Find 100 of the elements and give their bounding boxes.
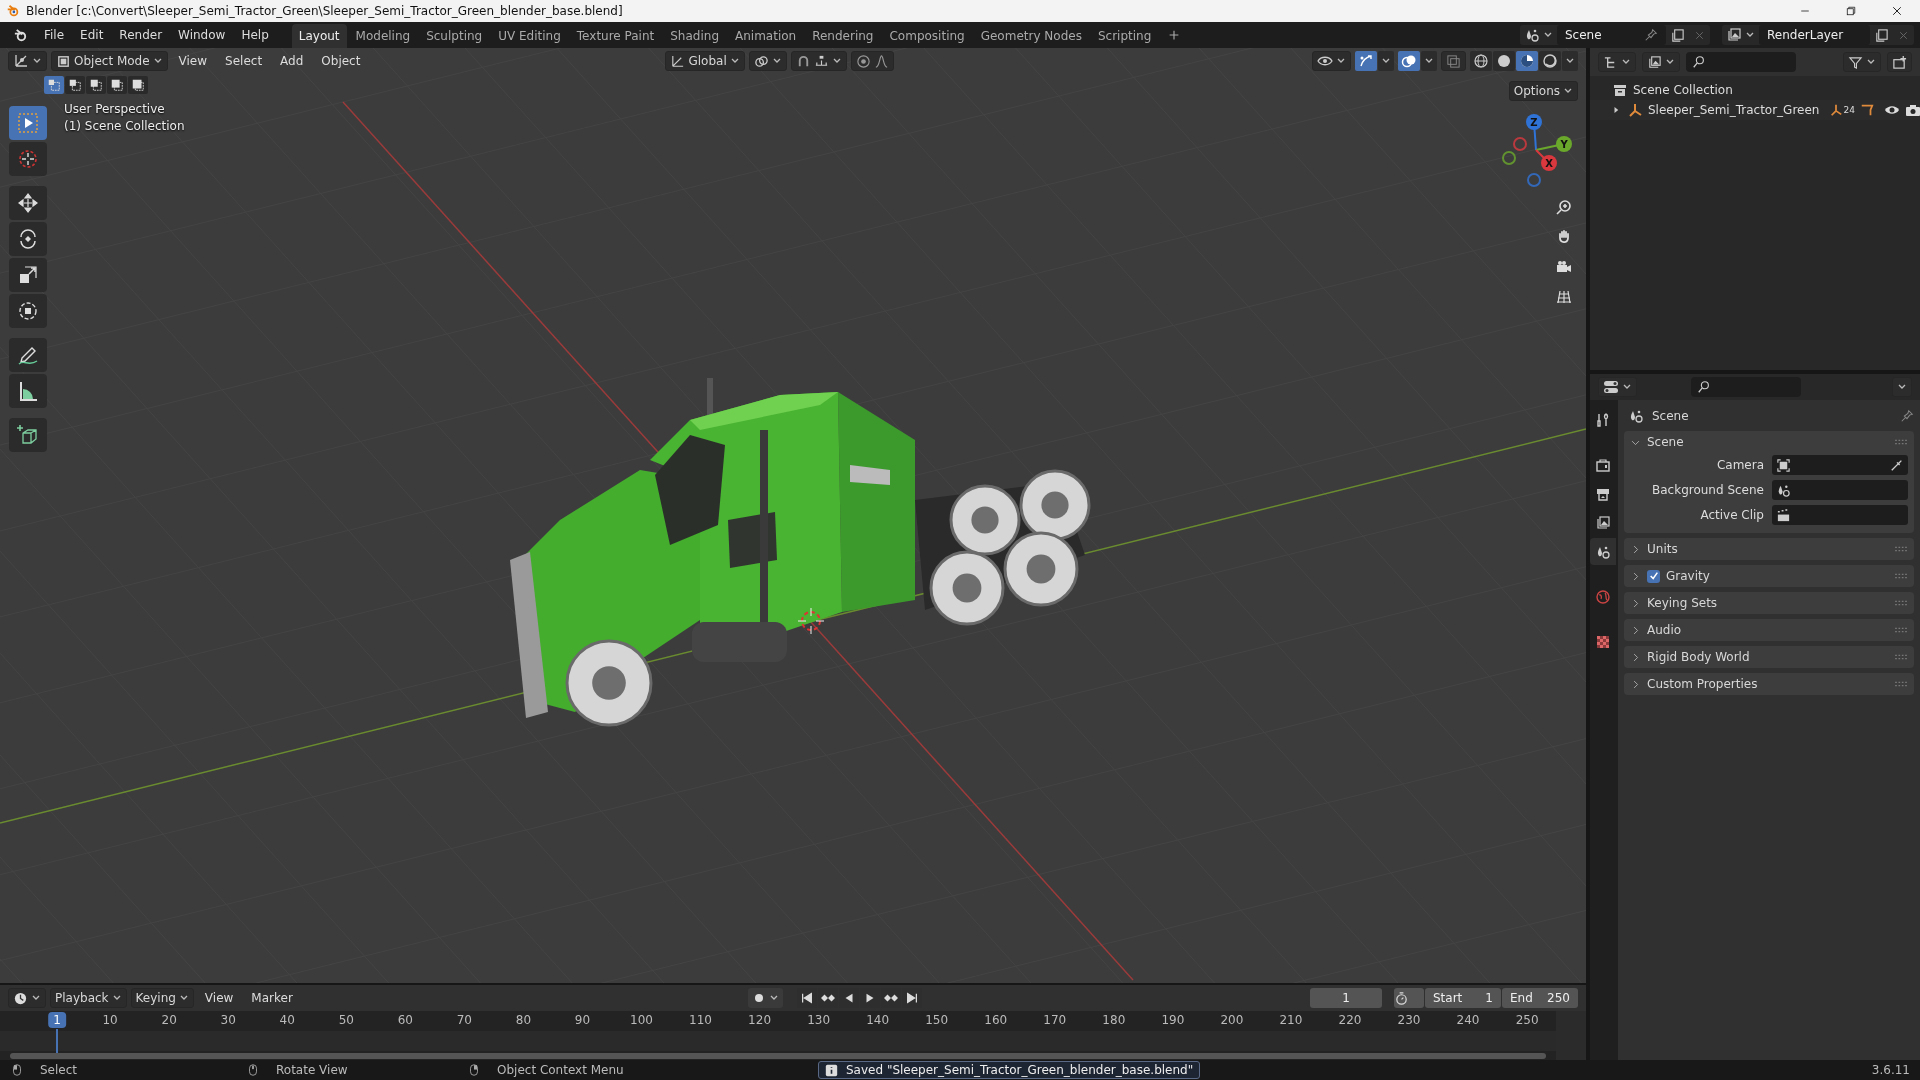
editor-type-button[interactable] bbox=[8, 988, 46, 1008]
mode-dropdown[interactable]: Object Mode bbox=[51, 51, 168, 71]
menu-dropdown[interactable]: Playback bbox=[50, 988, 127, 1008]
tool-button[interactable] bbox=[9, 258, 47, 292]
workspace-tab[interactable]: Animation bbox=[728, 24, 804, 48]
snap-toggle[interactable] bbox=[790, 51, 847, 71]
pivot-dropdown[interactable] bbox=[748, 51, 787, 71]
checkbox[interactable] bbox=[1647, 569, 1660, 583]
selection-mode-icon bbox=[89, 78, 103, 92]
panel-header[interactable]: Units bbox=[1624, 538, 1914, 560]
context-title: Scene bbox=[1652, 409, 1689, 423]
menu-item[interactable]: File bbox=[37, 25, 72, 45]
editor-type-button[interactable] bbox=[1598, 377, 1637, 397]
workspace-tab[interactable]: Compositing bbox=[882, 24, 972, 48]
filter-dropdown[interactable] bbox=[1843, 52, 1881, 72]
outliner-item[interactable]: Sleeper_Semi_Tractor_Green bbox=[1648, 103, 1820, 117]
panel-header[interactable]: Audio bbox=[1624, 619, 1914, 641]
workspace-tab[interactable]: Shading bbox=[663, 24, 726, 48]
gizmo-dropdown[interactable] bbox=[1378, 51, 1394, 71]
menu-item[interactable]: Object bbox=[314, 51, 368, 71]
eyedropper-icon[interactable] bbox=[1890, 458, 1904, 472]
panel-header[interactable]: Gravity bbox=[1624, 565, 1914, 587]
shading-mode-button[interactable] bbox=[1493, 51, 1515, 71]
pin-icon[interactable] bbox=[1900, 409, 1914, 423]
axes-icon bbox=[13, 53, 29, 69]
current-frame-field[interactable]: 1 bbox=[1310, 988, 1382, 1008]
selection-mode-button[interactable] bbox=[107, 76, 127, 94]
selection-mode-button[interactable] bbox=[65, 76, 85, 94]
panel-header[interactable]: Custom Properties bbox=[1624, 673, 1914, 695]
workspace-tab[interactable]: UV Editing bbox=[491, 24, 568, 48]
overlays-toggle[interactable] bbox=[1398, 51, 1420, 71]
window-title: Blender [c:\Convert\Sleeper_Semi_Tractor_Green\Sleeper_Semi_Tractor_Green_blender_base.blend] bbox=[26, 4, 624, 18]
shading-mode-button[interactable] bbox=[1516, 51, 1538, 71]
end-frame-field[interactable]: End 250 bbox=[1502, 988, 1578, 1008]
menu-item[interactable]: Select bbox=[218, 51, 270, 71]
display-mode-dropdown[interactable] bbox=[1642, 52, 1680, 72]
workspace-tab[interactable]: Geometry Nodes bbox=[973, 24, 1089, 48]
start-frame-field[interactable]: Start 1 bbox=[1425, 988, 1501, 1008]
panel-header[interactable]: Rigid Body World bbox=[1624, 646, 1914, 668]
collection-box-icon bbox=[1612, 82, 1628, 98]
proportional-edit-toggle[interactable] bbox=[850, 51, 894, 71]
workspace-tab[interactable]: Rendering bbox=[805, 24, 881, 48]
options-dropdown[interactable]: Options bbox=[1508, 81, 1578, 101]
editor-type-button[interactable] bbox=[1598, 52, 1636, 72]
shading-mode-button[interactable] bbox=[1539, 51, 1561, 71]
search-field[interactable] bbox=[1686, 52, 1796, 72]
tool-button[interactable] bbox=[9, 374, 47, 408]
data-block-field[interactable] bbox=[1772, 505, 1908, 525]
restore-icon bbox=[1845, 5, 1857, 17]
tool-button[interactable] bbox=[9, 142, 47, 176]
auto-keying-toggle[interactable] bbox=[747, 988, 783, 1008]
image-stack-icon bbox=[1595, 514, 1611, 531]
status-hint: Select bbox=[40, 1063, 78, 1077]
selection-mode-button[interactable] bbox=[128, 76, 148, 94]
shading-mode-button[interactable] bbox=[1470, 51, 1492, 71]
tool-button[interactable] bbox=[9, 186, 47, 220]
new-collection-button[interactable] bbox=[1887, 52, 1912, 72]
options-dropdown[interactable] bbox=[1892, 377, 1912, 397]
playhead-frame-indicator[interactable]: 1 bbox=[48, 1012, 66, 1028]
timeline-scrollbar[interactable] bbox=[10, 1053, 1546, 1059]
pin-icon[interactable] bbox=[1644, 28, 1658, 42]
mesh-data-icon bbox=[1859, 103, 1874, 117]
menu-item[interactable]: Help bbox=[234, 25, 276, 45]
gizmo-toggle[interactable] bbox=[1355, 51, 1377, 71]
menu-item[interactable]: View bbox=[171, 51, 215, 71]
menu-item[interactable]: Edit bbox=[73, 25, 111, 45]
data-block-field[interactable] bbox=[1772, 455, 1908, 475]
tool-button[interactable] bbox=[9, 106, 47, 140]
preview-range-toggle[interactable] bbox=[1394, 988, 1424, 1008]
workspace-tab[interactable]: Sculpting bbox=[419, 24, 490, 48]
panel-header[interactable]: Keying Sets bbox=[1624, 592, 1914, 614]
tool-button[interactable] bbox=[9, 222, 47, 256]
properties-tab[interactable] bbox=[1590, 538, 1616, 565]
tool-button[interactable] bbox=[9, 418, 47, 452]
hand-icon bbox=[1556, 229, 1572, 245]
tool-button[interactable] bbox=[9, 294, 47, 328]
menu-item[interactable]: Add bbox=[273, 51, 311, 71]
workspace-tab[interactable]: Layout bbox=[291, 24, 347, 48]
data-block-field[interactable] bbox=[1772, 480, 1908, 500]
workspace-tab[interactable]: Scripting bbox=[1090, 24, 1159, 48]
blender-logo-icon bbox=[13, 27, 28, 43]
overlays-dropdown[interactable] bbox=[1421, 51, 1437, 71]
workspace-tab[interactable]: Texture Paint bbox=[569, 24, 662, 48]
camera-icon[interactable] bbox=[1904, 102, 1920, 118]
tool-button[interactable] bbox=[9, 338, 47, 372]
menu-item[interactable]: View bbox=[197, 988, 241, 1008]
menu-dropdown[interactable]: Keying bbox=[130, 988, 194, 1008]
menu-item[interactable]: Window bbox=[171, 25, 233, 45]
navigation-gizmo[interactable]: Z Y X bbox=[1494, 110, 1578, 194]
orientation-dropdown[interactable]: Global bbox=[665, 51, 745, 71]
menu-item[interactable]: Render bbox=[112, 25, 170, 45]
outliner-item[interactable]: Scene Collection bbox=[1633, 83, 1733, 97]
menu-item[interactable]: Marker bbox=[244, 988, 300, 1008]
search-field[interactable] bbox=[1691, 377, 1801, 397]
editor-type-button[interactable] bbox=[8, 51, 47, 71]
panel-header[interactable]: Scene bbox=[1624, 431, 1914, 453]
xray-toggle[interactable] bbox=[1441, 51, 1466, 71]
selection-mode-button[interactable] bbox=[86, 76, 106, 94]
visibility-dropdown[interactable] bbox=[1312, 51, 1351, 71]
workspace-tab[interactable]: Modeling bbox=[348, 24, 418, 48]
